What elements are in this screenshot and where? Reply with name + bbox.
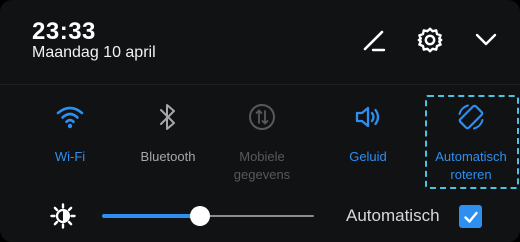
edit-icon[interactable] bbox=[356, 22, 392, 58]
tile-auto-rotate-label: Automatisch roteren bbox=[435, 149, 507, 182]
tile-auto-rotate[interactable]: Automatisch roteren bbox=[421, 92, 520, 184]
bluetooth-icon bbox=[118, 100, 218, 134]
tile-mobile-data[interactable]: Mobiele gegevens bbox=[212, 92, 312, 184]
auto-brightness-label: Automatisch bbox=[346, 206, 440, 225]
slider-fill bbox=[102, 214, 200, 218]
chevron-down-icon[interactable] bbox=[468, 22, 504, 58]
tile-bluetooth[interactable]: Bluetooth bbox=[118, 92, 218, 184]
auto-rotate-icon bbox=[421, 100, 520, 134]
mobile-data-icon bbox=[212, 100, 312, 134]
tile-wifi-label: Wi-Fi bbox=[54, 149, 86, 164]
slider-thumb[interactable] bbox=[189, 206, 210, 226]
settings-gear-icon[interactable] bbox=[412, 22, 448, 58]
wifi-icon bbox=[20, 100, 120, 134]
header-divider bbox=[0, 84, 520, 85]
tile-sound-label: Geluid bbox=[349, 149, 387, 164]
tile-bluetooth-label: Bluetooth bbox=[140, 149, 196, 164]
tile-mobile-data-label: Mobiele gegevens bbox=[233, 149, 291, 182]
clock-time: 23:33 bbox=[32, 18, 96, 45]
checkmark-icon bbox=[463, 211, 478, 223]
brightness-slider[interactable] bbox=[102, 206, 314, 226]
sound-icon bbox=[318, 100, 418, 134]
tile-wifi[interactable]: Wi-Fi bbox=[20, 92, 120, 184]
tile-sound[interactable]: Geluid bbox=[318, 92, 418, 184]
brightness-row: Automatisch bbox=[0, 198, 520, 234]
date-label: Maandag 10 april bbox=[32, 44, 156, 61]
notification-panel: 23:33 Maandag 10 april Wi-Fi Bluetooth M… bbox=[0, 0, 520, 242]
auto-brightness-checkbox[interactable] bbox=[459, 205, 482, 228]
brightness-icon bbox=[48, 201, 78, 231]
panel-header: 23:33 Maandag 10 april bbox=[0, 0, 520, 80]
